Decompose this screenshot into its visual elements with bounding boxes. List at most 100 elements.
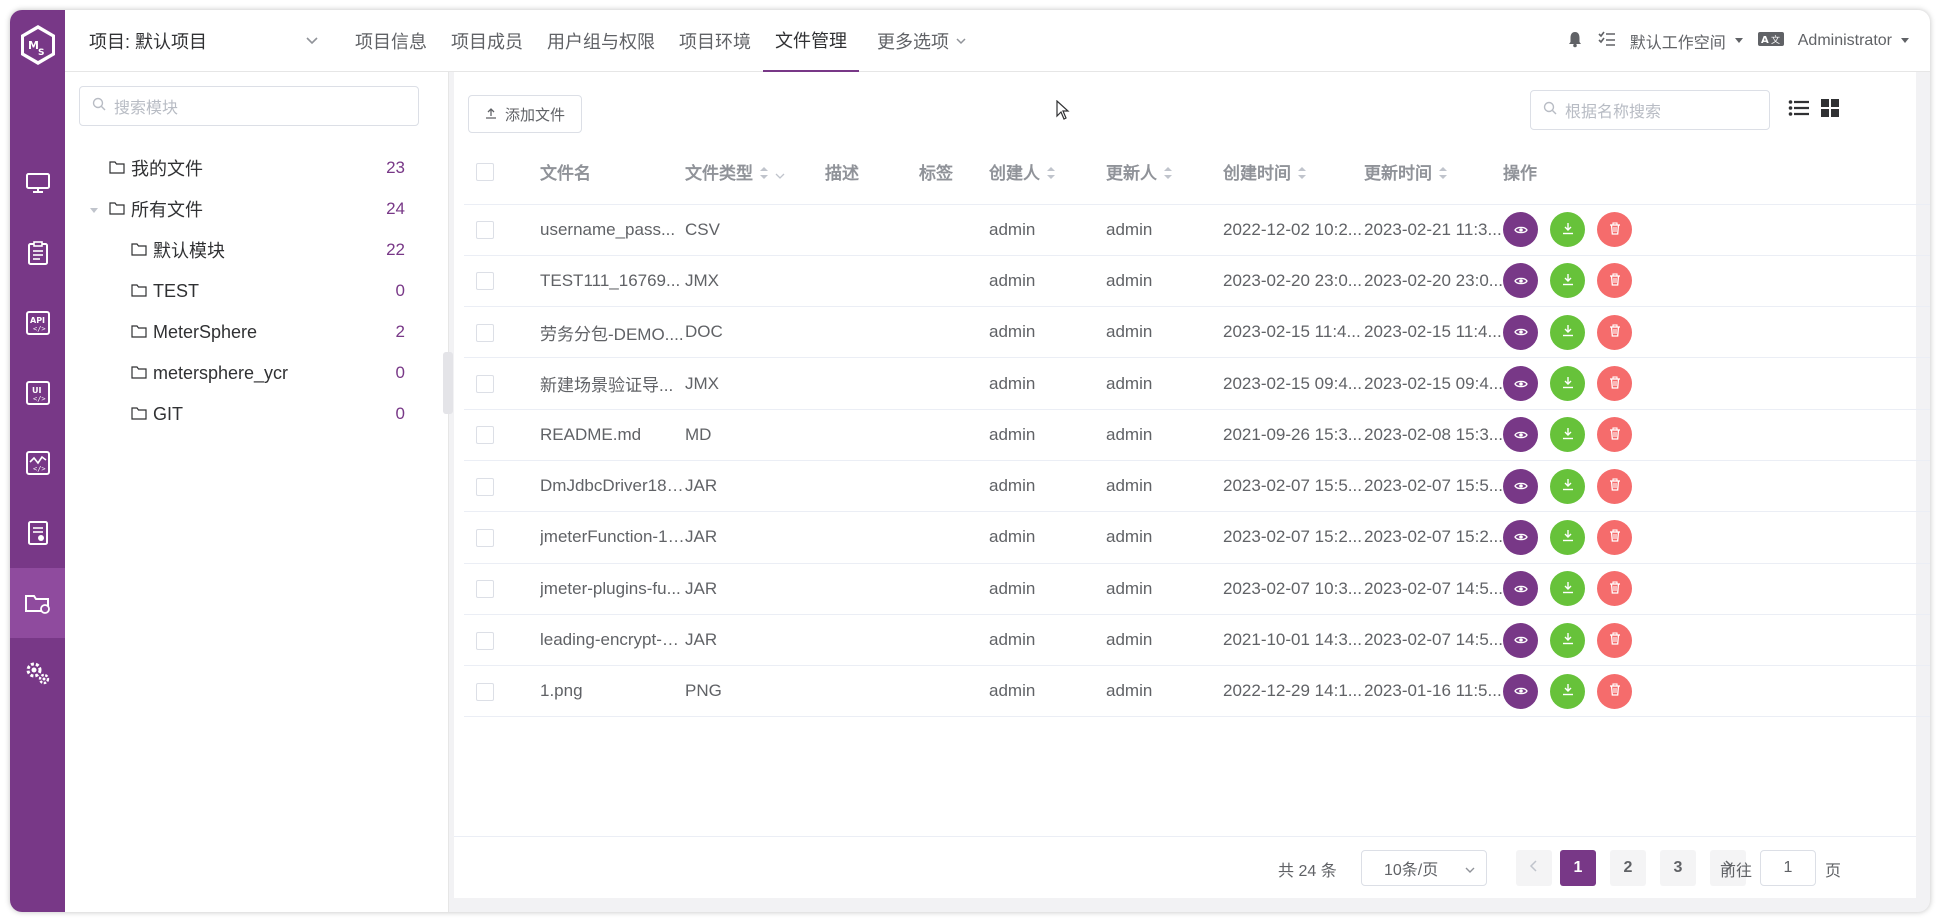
sort-icon[interactable]	[1297, 165, 1307, 185]
delete-button[interactable]	[1597, 314, 1632, 350]
tree-module[interactable]: GIT 0	[65, 394, 449, 434]
delete-button[interactable]	[1597, 622, 1632, 658]
row-checkbox[interactable]	[476, 528, 494, 547]
rail-project-settings[interactable]	[10, 568, 65, 638]
task-list-icon[interactable]	[1598, 30, 1616, 53]
delete-button[interactable]	[1597, 417, 1632, 453]
delete-button[interactable]	[1597, 571, 1632, 607]
nav-project-info[interactable]: 项目信息	[343, 10, 439, 72]
view-button[interactable]	[1503, 673, 1538, 709]
col-creator[interactable]: 创建人	[989, 140, 1106, 205]
table-row[interactable]: 新建场景验证导... JMX admin admin 2023-02-15 09:4..…	[464, 357, 1930, 410]
row-checkbox[interactable]	[476, 682, 494, 701]
project-select[interactable]: 项目: 默认项目	[89, 10, 319, 72]
row-checkbox[interactable]	[476, 426, 494, 445]
row-checkbox[interactable]	[476, 375, 494, 394]
nav-more-options[interactable]: 更多选项	[865, 10, 979, 72]
row-checkbox[interactable]	[476, 221, 494, 240]
bell-icon[interactable]	[1566, 30, 1584, 53]
table-row[interactable]: 劳务分包-DEMO.... DOC admin admin 2023-02-15 11:…	[464, 306, 1930, 359]
module-search-input[interactable]: 搜索模块	[79, 86, 419, 126]
file-name-cell[interactable]: README.md	[540, 409, 685, 461]
delete-button[interactable]	[1597, 673, 1632, 709]
file-name-cell[interactable]: 劳务分包-DEMO....	[540, 306, 685, 359]
download-button[interactable]	[1550, 417, 1585, 453]
table-row[interactable]: TEST111_16769... JMX admin admin 2023-02-20 …	[464, 255, 1930, 308]
table-row[interactable]: leading-encrypt-3... JAR admin admin 2021-10…	[464, 614, 1930, 667]
language-icon[interactable]: A文	[1757, 31, 1784, 52]
list-view-icon[interactable]	[1788, 98, 1810, 123]
page-button-2[interactable]: 2	[1610, 850, 1646, 886]
row-checkbox[interactable]	[476, 272, 494, 291]
view-button[interactable]	[1503, 468, 1538, 504]
table-row[interactable]: username_pass... CSV admin admin 2022-12-02 …	[464, 204, 1930, 256]
table-row[interactable]: jmeterFunction-1.... JAR admin admin 2023-02…	[464, 511, 1930, 564]
add-file-button[interactable]: 添加文件	[468, 95, 582, 133]
file-name-cell[interactable]: jmeter-plugins-fu...	[540, 563, 685, 615]
delete-button[interactable]	[1597, 468, 1632, 504]
sort-icon[interactable]	[1046, 165, 1056, 185]
filter-chevron-icon[interactable]	[775, 165, 785, 185]
sort-icon[interactable]	[759, 165, 769, 185]
nav-project-members[interactable]: 项目成员	[439, 10, 535, 72]
delete-button[interactable]	[1597, 366, 1632, 402]
delete-button[interactable]	[1597, 263, 1632, 299]
rail-workstation[interactable]	[10, 148, 65, 218]
row-checkbox[interactable]	[476, 631, 494, 650]
goto-page-input[interactable]: 1	[1760, 850, 1816, 886]
file-name-cell[interactable]: 1.png	[540, 665, 685, 718]
name-search-input[interactable]: 根据名称搜索	[1530, 90, 1770, 130]
view-button[interactable]	[1503, 263, 1538, 299]
workspace-select[interactable]: 默认工作空间	[1630, 29, 1744, 53]
file-name-cell[interactable]: TEST111_16769...	[540, 255, 685, 308]
view-button[interactable]	[1503, 622, 1538, 658]
tree-module[interactable]: metersphere_ycr 0	[65, 353, 449, 393]
sort-icon[interactable]	[1438, 165, 1448, 185]
download-button[interactable]	[1550, 622, 1585, 658]
nav-project-env[interactable]: 项目环境	[667, 10, 763, 72]
page-button-1[interactable]: 1	[1560, 850, 1596, 886]
prev-page-button[interactable]	[1516, 850, 1552, 886]
rail-system-settings[interactable]	[10, 638, 65, 708]
table-row[interactable]: jmeter-plugins-fu... JAR admin admin 2023-02…	[464, 563, 1930, 615]
file-name-cell[interactable]: username_pass...	[540, 204, 685, 256]
download-button[interactable]	[1550, 519, 1585, 555]
panel-splitter[interactable]	[443, 352, 453, 414]
view-button[interactable]	[1503, 417, 1538, 453]
download-button[interactable]	[1550, 263, 1585, 299]
file-name-cell[interactable]: 新建场景验证导...	[540, 357, 685, 410]
col-updater[interactable]: 更新人	[1106, 140, 1223, 205]
view-button[interactable]	[1503, 366, 1538, 402]
table-row[interactable]: DmJdbcDriver18.... JAR admin admin 2023-02-0…	[464, 460, 1930, 513]
rail-report[interactable]	[10, 498, 65, 568]
col-created[interactable]: 创建时间	[1223, 140, 1364, 205]
download-button[interactable]	[1550, 314, 1585, 350]
row-checkbox[interactable]	[476, 477, 494, 496]
table-row[interactable]: 1.png PNG admin admin 2022-12-29 14:1... 2023…	[464, 665, 1930, 718]
view-button[interactable]	[1503, 212, 1538, 248]
download-button[interactable]	[1550, 366, 1585, 402]
nav-user-groups[interactable]: 用户组与权限	[535, 10, 667, 72]
sort-icon[interactable]	[1163, 165, 1173, 185]
rail-api[interactable]: API </>	[10, 288, 65, 358]
page-size-select[interactable]: 10条/页	[1361, 850, 1487, 886]
row-checkbox[interactable]	[476, 323, 494, 342]
table-row[interactable]: README.md MD admin admin 2021-09-26 15:3... 2…	[464, 409, 1930, 461]
download-button[interactable]	[1550, 673, 1585, 709]
download-button[interactable]	[1550, 468, 1585, 504]
tree-my-files[interactable]: 我的文件 23	[65, 148, 449, 188]
file-name-cell[interactable]: jmeterFunction-1....	[540, 511, 685, 564]
grid-view-icon[interactable]	[1820, 98, 1840, 123]
row-checkbox[interactable]	[476, 580, 494, 599]
nav-file-management[interactable]: 文件管理	[763, 10, 859, 72]
view-button[interactable]	[1503, 519, 1538, 555]
view-button[interactable]	[1503, 314, 1538, 350]
file-name-cell[interactable]: DmJdbcDriver18....	[540, 460, 685, 513]
delete-button[interactable]	[1597, 212, 1632, 248]
rail-track[interactable]	[10, 218, 65, 288]
download-button[interactable]	[1550, 212, 1585, 248]
tree-module[interactable]: TEST 0	[65, 271, 449, 311]
delete-button[interactable]	[1597, 519, 1632, 555]
tree-module[interactable]: 默认模块 22	[65, 230, 449, 270]
tree-all-files[interactable]: 所有文件 24	[65, 189, 449, 229]
